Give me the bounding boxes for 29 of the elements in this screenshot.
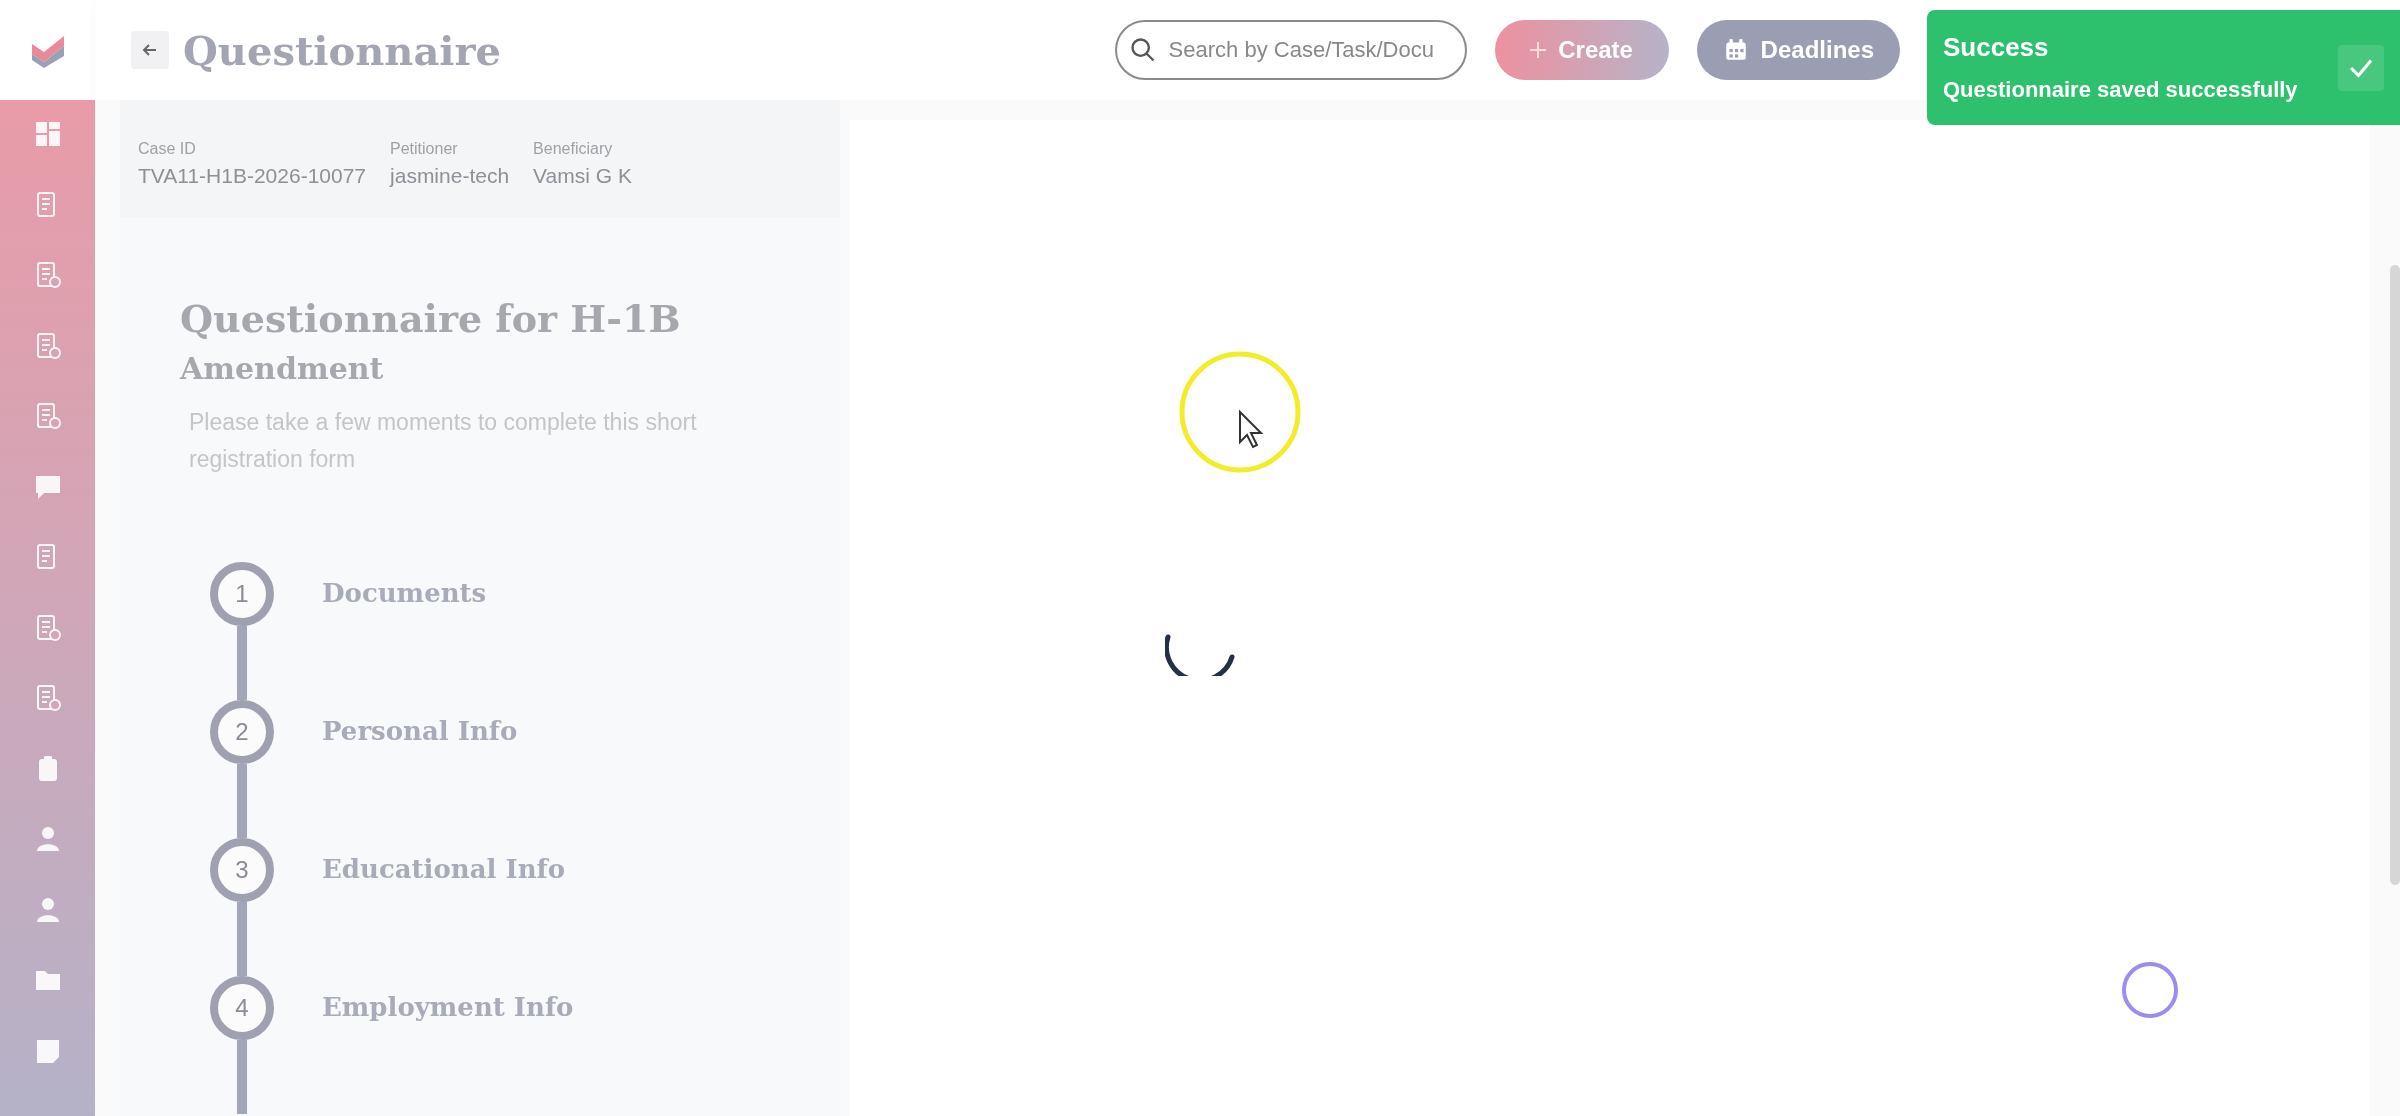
loading-spinner-icon bbox=[1165, 634, 1235, 676]
case-info-value: Vamsi G K bbox=[533, 164, 632, 188]
search-icon bbox=[1128, 36, 1157, 64]
case-info-label: Petitioner bbox=[390, 140, 459, 158]
deadlines-button[interactable]: Deadlines bbox=[1696, 20, 1900, 80]
case-info-value: TVA11-H1B-2026-10077 bbox=[138, 164, 367, 188]
case-info-label: Case ID bbox=[138, 140, 197, 158]
scrollbar[interactable] bbox=[2390, 265, 2400, 885]
step-number: 4 bbox=[210, 976, 274, 1040]
case-info-label: Beneficiary bbox=[533, 140, 614, 158]
form-title: Questionnaire for H-1B bbox=[180, 296, 682, 341]
step-label[interactable]: Personal Info bbox=[322, 716, 518, 838]
toast-message: Questionnaire saved successfully bbox=[1943, 77, 2298, 103]
step-label[interactable]: Documents bbox=[322, 578, 487, 700]
click-ring-icon bbox=[2120, 960, 2180, 1020]
step-number: 2 bbox=[210, 700, 274, 764]
form-subtitle: Amendment bbox=[180, 351, 385, 386]
step-number: 3 bbox=[210, 838, 274, 902]
step-label[interactable]: Employment Info bbox=[322, 992, 574, 1114]
create-button[interactable]: Create bbox=[1494, 20, 1669, 80]
page-title: Questionnaire bbox=[183, 26, 502, 74]
step-label[interactable]: Educational Info bbox=[322, 854, 566, 976]
toast-title: Success bbox=[1943, 32, 2050, 63]
back-button[interactable] bbox=[131, 31, 169, 69]
search-field[interactable]: Search by Case/Task/Docu bbox=[1114, 20, 1467, 80]
check-icon bbox=[2338, 44, 2384, 91]
step-number: 1 bbox=[210, 562, 274, 626]
case-info-value: jasmine-tech bbox=[390, 164, 510, 188]
cursor-highlight-icon bbox=[1178, 350, 1302, 474]
